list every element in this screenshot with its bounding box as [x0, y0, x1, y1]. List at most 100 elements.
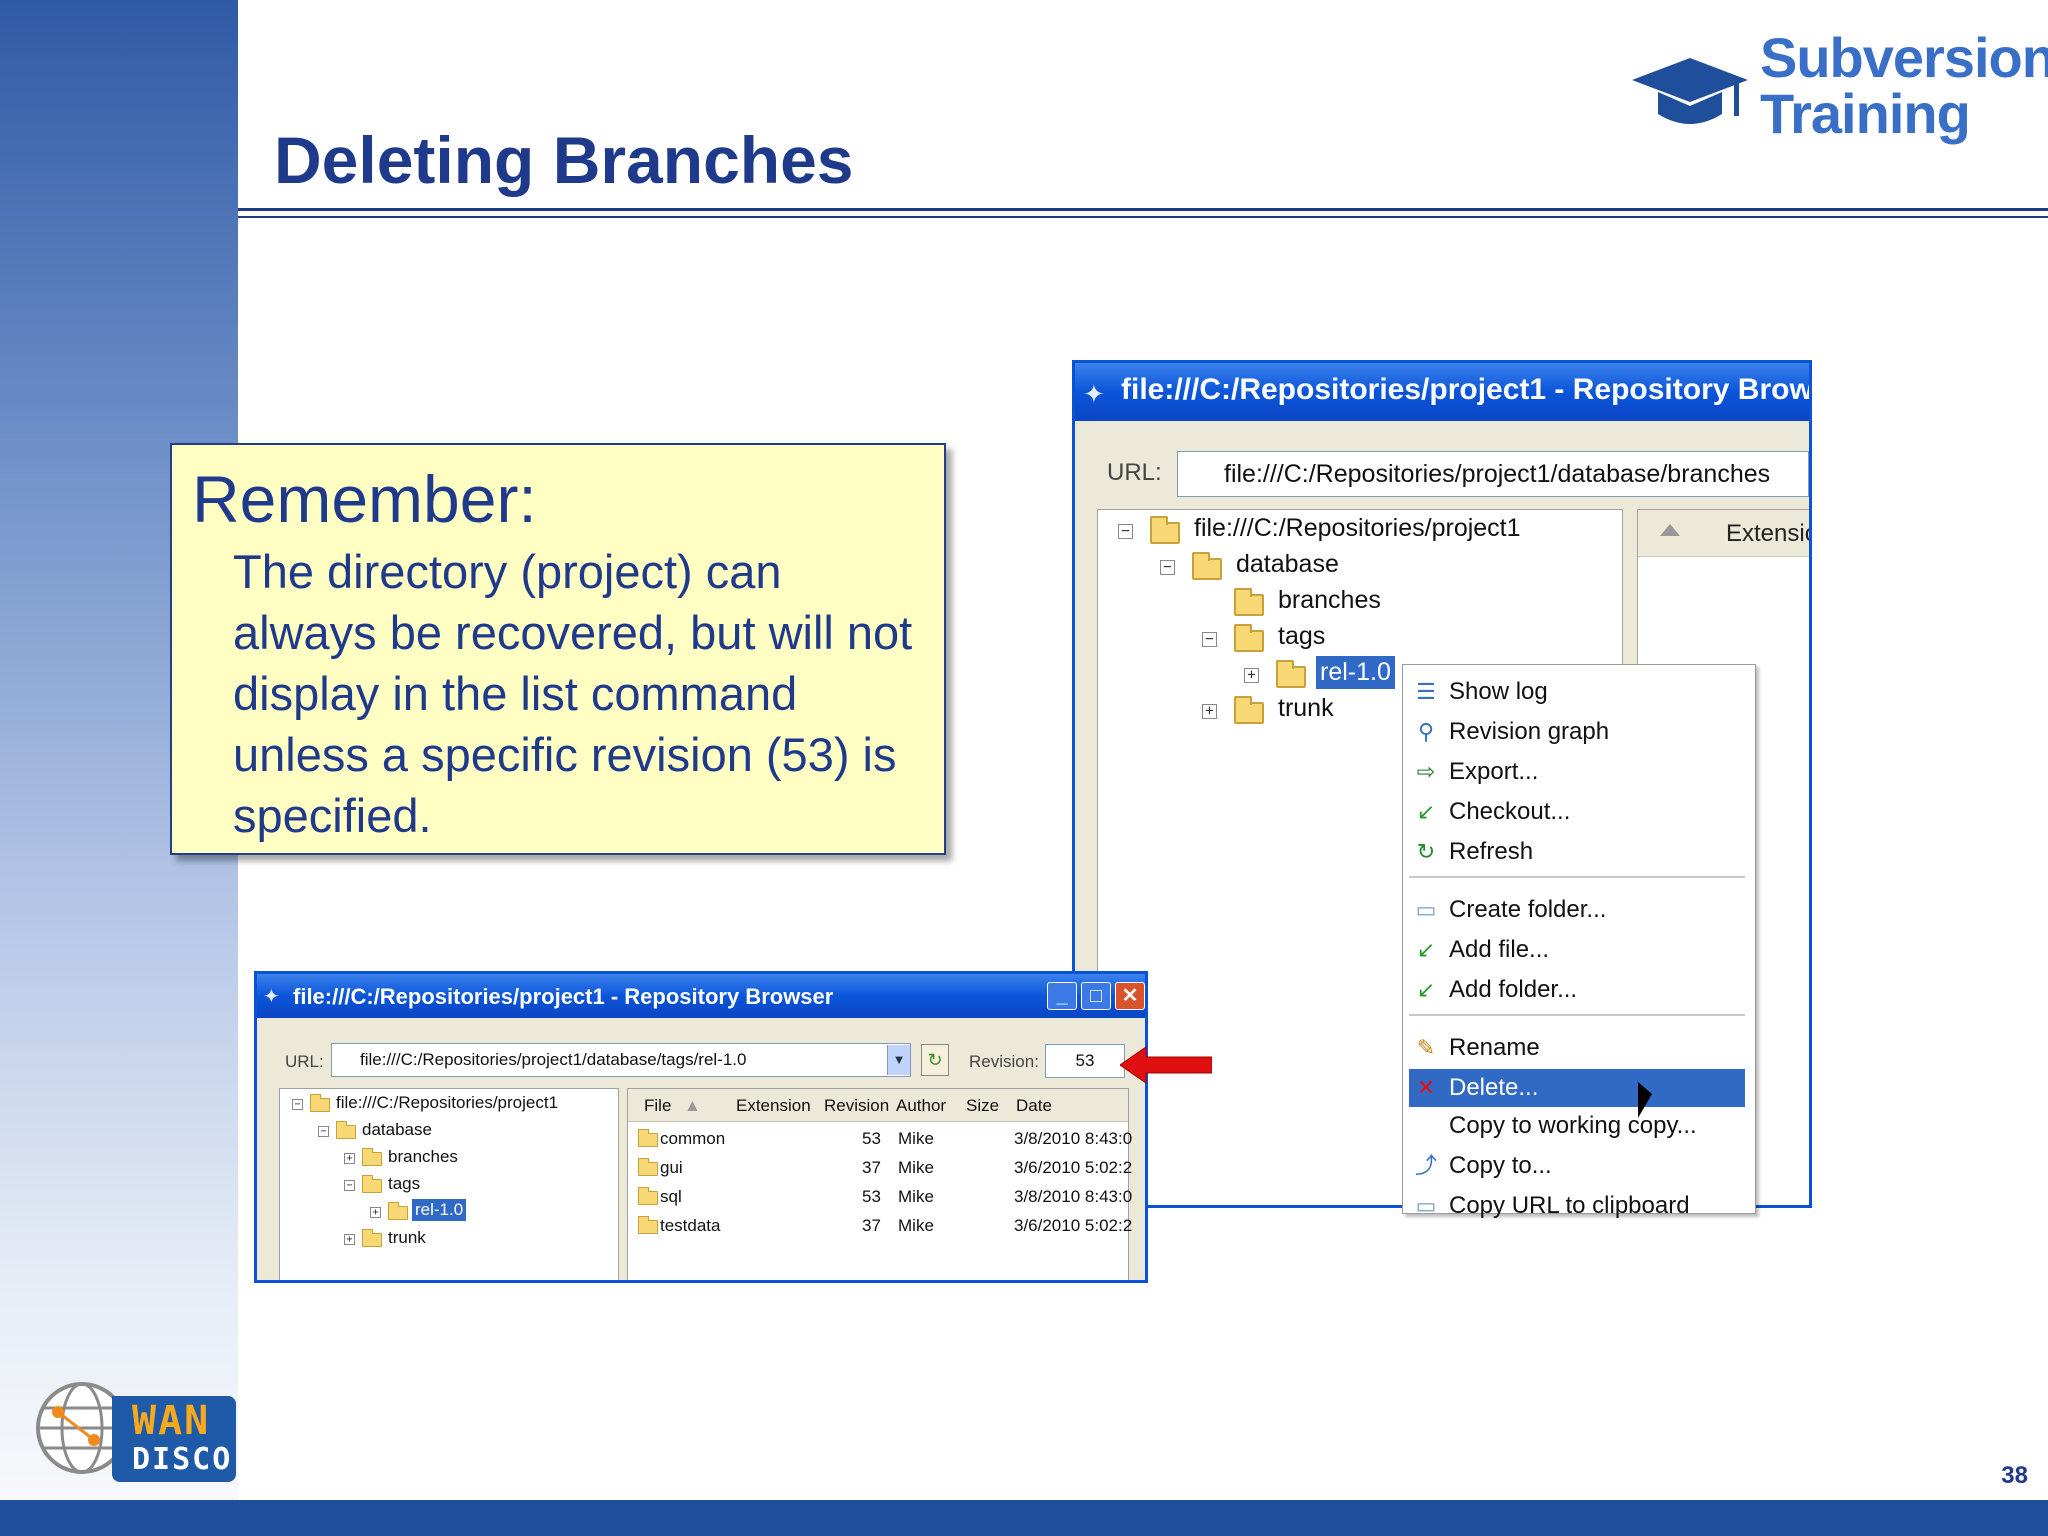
- collapse-icon[interactable]: −: [292, 1099, 303, 1110]
- url-input[interactable]: file:///C:/Repositories/project1/databas…: [1177, 451, 1809, 497]
- menu-separator: [1409, 1014, 1745, 1016]
- folder-icon: [1234, 588, 1264, 616]
- tree-item-root[interactable]: file:///C:/Repositories/project1: [1194, 514, 1521, 543]
- collapse-icon[interactable]: −: [1160, 560, 1175, 575]
- cell-date: 3/6/2010 5:02:2: [1014, 1158, 1133, 1177]
- slide-number: 38: [2001, 1462, 2028, 1489]
- tree-item-rel-1-0[interactable]: rel-1.0: [412, 1199, 467, 1221]
- title-rule: [238, 208, 2048, 211]
- revision-input[interactable]: 53: [1045, 1044, 1125, 1078]
- menu-item-copy-to-working-copy[interactable]: Copy to working copy...: [1409, 1107, 1745, 1145]
- title-bar[interactable]: ✦ file:///C:/Repositories/project1 - Rep…: [1075, 363, 1809, 421]
- folder-icon: [310, 1094, 330, 1112]
- add-folder-icon: ↙: [1416, 977, 1436, 1002]
- minimize-button[interactable]: _: [1047, 982, 1077, 1010]
- maximize-button[interactable]: □: [1081, 982, 1111, 1010]
- url-input[interactable]: file:///C:/Repositories/project1/databas…: [331, 1043, 911, 1077]
- chevron-down-icon[interactable]: ▼: [887, 1045, 910, 1075]
- expand-icon[interactable]: +: [344, 1153, 355, 1164]
- menu-separator: [1409, 876, 1745, 878]
- menu-item-add-file[interactable]: ↙ Add file...: [1409, 931, 1745, 969]
- tree-item-trunk[interactable]: trunk: [1278, 694, 1334, 723]
- tree-item-root[interactable]: file:///C:/Repositories/project1: [336, 1093, 558, 1113]
- collapse-icon[interactable]: −: [344, 1180, 355, 1191]
- wandisco-badge: WAN DISCO: [112, 1396, 236, 1482]
- add-file-icon: ↙: [1416, 937, 1436, 962]
- remember-callout: Remember: The directory (project) can al…: [170, 443, 946, 855]
- footer-bar: [0, 1500, 2048, 1536]
- wandisco-logo: WAN DISCO: [32, 1378, 240, 1488]
- repository-browser-window-small: ✦ file:///C:/Repositories/project1 - Rep…: [254, 971, 1148, 1283]
- cell-author: Mike: [898, 1158, 934, 1177]
- title-rule-thin: [238, 216, 2048, 218]
- menu-item-copy-to[interactable]: ⤴ Copy to...: [1409, 1147, 1745, 1185]
- cell-file: common: [660, 1129, 726, 1148]
- cell-file: gui: [660, 1158, 683, 1177]
- cell-revision: 53: [862, 1187, 881, 1206]
- revision-label: Revision:: [969, 1052, 1039, 1071]
- sort-ascending-icon: ▲: [684, 1096, 701, 1115]
- collapse-icon[interactable]: −: [318, 1126, 329, 1137]
- tree-item-branches[interactable]: branches: [1278, 586, 1381, 615]
- tortoise-icon: ✦: [1083, 379, 1105, 409]
- file-list: File ▲ Extension Revision Author Size Da…: [627, 1088, 1133, 1280]
- collapse-icon[interactable]: −: [1202, 632, 1217, 647]
- menu-item-rename[interactable]: ✎ Rename: [1409, 1029, 1745, 1067]
- tortoise-icon: ✦: [263, 986, 280, 1008]
- show-log-icon: ☰: [1416, 679, 1436, 704]
- column-header-author[interactable]: Author: [896, 1096, 946, 1116]
- callout-heading: Remember:: [192, 462, 537, 536]
- menu-item-add-folder[interactable]: ↙ Add folder...: [1409, 971, 1745, 1009]
- menu-item-create-folder[interactable]: ▭ Create folder...: [1409, 891, 1745, 929]
- expand-icon[interactable]: +: [370, 1207, 381, 1218]
- folder-icon: [638, 1158, 658, 1176]
- repository-tree: − file:///C:/Repositories/project1 − dat…: [279, 1088, 619, 1280]
- menu-item-revision-graph[interactable]: ⚲ Revision graph: [1409, 713, 1745, 751]
- refresh-icon: ↻: [1416, 839, 1436, 864]
- tree-item-tags[interactable]: tags: [1278, 622, 1325, 651]
- tree-item-database[interactable]: database: [362, 1120, 432, 1140]
- folder-icon: [638, 1129, 658, 1147]
- column-header-revision[interactable]: Revision: [824, 1096, 889, 1116]
- folder-icon: [1276, 660, 1306, 688]
- expand-icon[interactable]: +: [1202, 704, 1217, 719]
- expand-icon[interactable]: +: [344, 1234, 355, 1245]
- callout-body: The directory (project) can always be re…: [233, 545, 913, 842]
- tree-item-branches[interactable]: branches: [388, 1147, 458, 1167]
- wan-text: WAN: [132, 1398, 211, 1444]
- close-button[interactable]: ✕: [1115, 982, 1145, 1010]
- list-header: File ▲ Extension Revision Author Size Da…: [628, 1089, 1128, 1122]
- title-bar[interactable]: ✦ file:///C:/Repositories/project1 - Rep…: [257, 974, 1145, 1018]
- column-header-size[interactable]: Size: [966, 1096, 999, 1116]
- revision-graph-icon: ⚲: [1417, 719, 1435, 744]
- sort-ascending-icon: [1660, 524, 1680, 536]
- tree-item-tags[interactable]: tags: [388, 1174, 420, 1194]
- folder-icon: [362, 1148, 382, 1166]
- refresh-button[interactable]: ↻: [921, 1044, 949, 1076]
- column-header-file[interactable]: File: [644, 1096, 671, 1116]
- menu-item-delete[interactable]: ✕ Delete...: [1409, 1069, 1745, 1107]
- list-header: Extensio: [1638, 510, 1809, 557]
- menu-item-copy-url[interactable]: ▭ Copy URL to clipboard: [1409, 1187, 1745, 1225]
- menu-item-refresh[interactable]: ↻ Refresh: [1409, 833, 1745, 871]
- tree-item-rel-1-0[interactable]: rel-1.0: [1316, 656, 1395, 689]
- url-row: URL: file:///C:/Repositories/project1/da…: [1075, 451, 1809, 497]
- column-header-date[interactable]: Date: [1016, 1096, 1052, 1116]
- delete-icon: ✕: [1416, 1075, 1436, 1100]
- folder-icon: [638, 1187, 658, 1205]
- folder-icon: [1192, 552, 1222, 580]
- cell-revision: 37: [862, 1158, 881, 1177]
- tree-item-trunk[interactable]: trunk: [388, 1228, 426, 1248]
- context-menu: ☰ Show log ⚲ Revision graph ⇨ Export... ↙ Ch…: [1402, 664, 1756, 1219]
- column-header-extension[interactable]: Extensio: [1726, 520, 1809, 548]
- url-label: URL:: [285, 1052, 324, 1071]
- collapse-icon[interactable]: −: [1118, 524, 1133, 539]
- column-header-extension[interactable]: Extension: [736, 1096, 811, 1116]
- tree-item-database[interactable]: database: [1236, 550, 1339, 579]
- menu-item-export[interactable]: ⇨ Export...: [1409, 753, 1745, 791]
- expand-icon[interactable]: +: [1244, 668, 1259, 683]
- cell-author: Mike: [898, 1129, 934, 1148]
- rename-icon: ✎: [1416, 1035, 1436, 1060]
- menu-item-checkout[interactable]: ↙ Checkout...: [1409, 793, 1745, 831]
- menu-item-show-log[interactable]: ☰ Show log: [1409, 673, 1745, 711]
